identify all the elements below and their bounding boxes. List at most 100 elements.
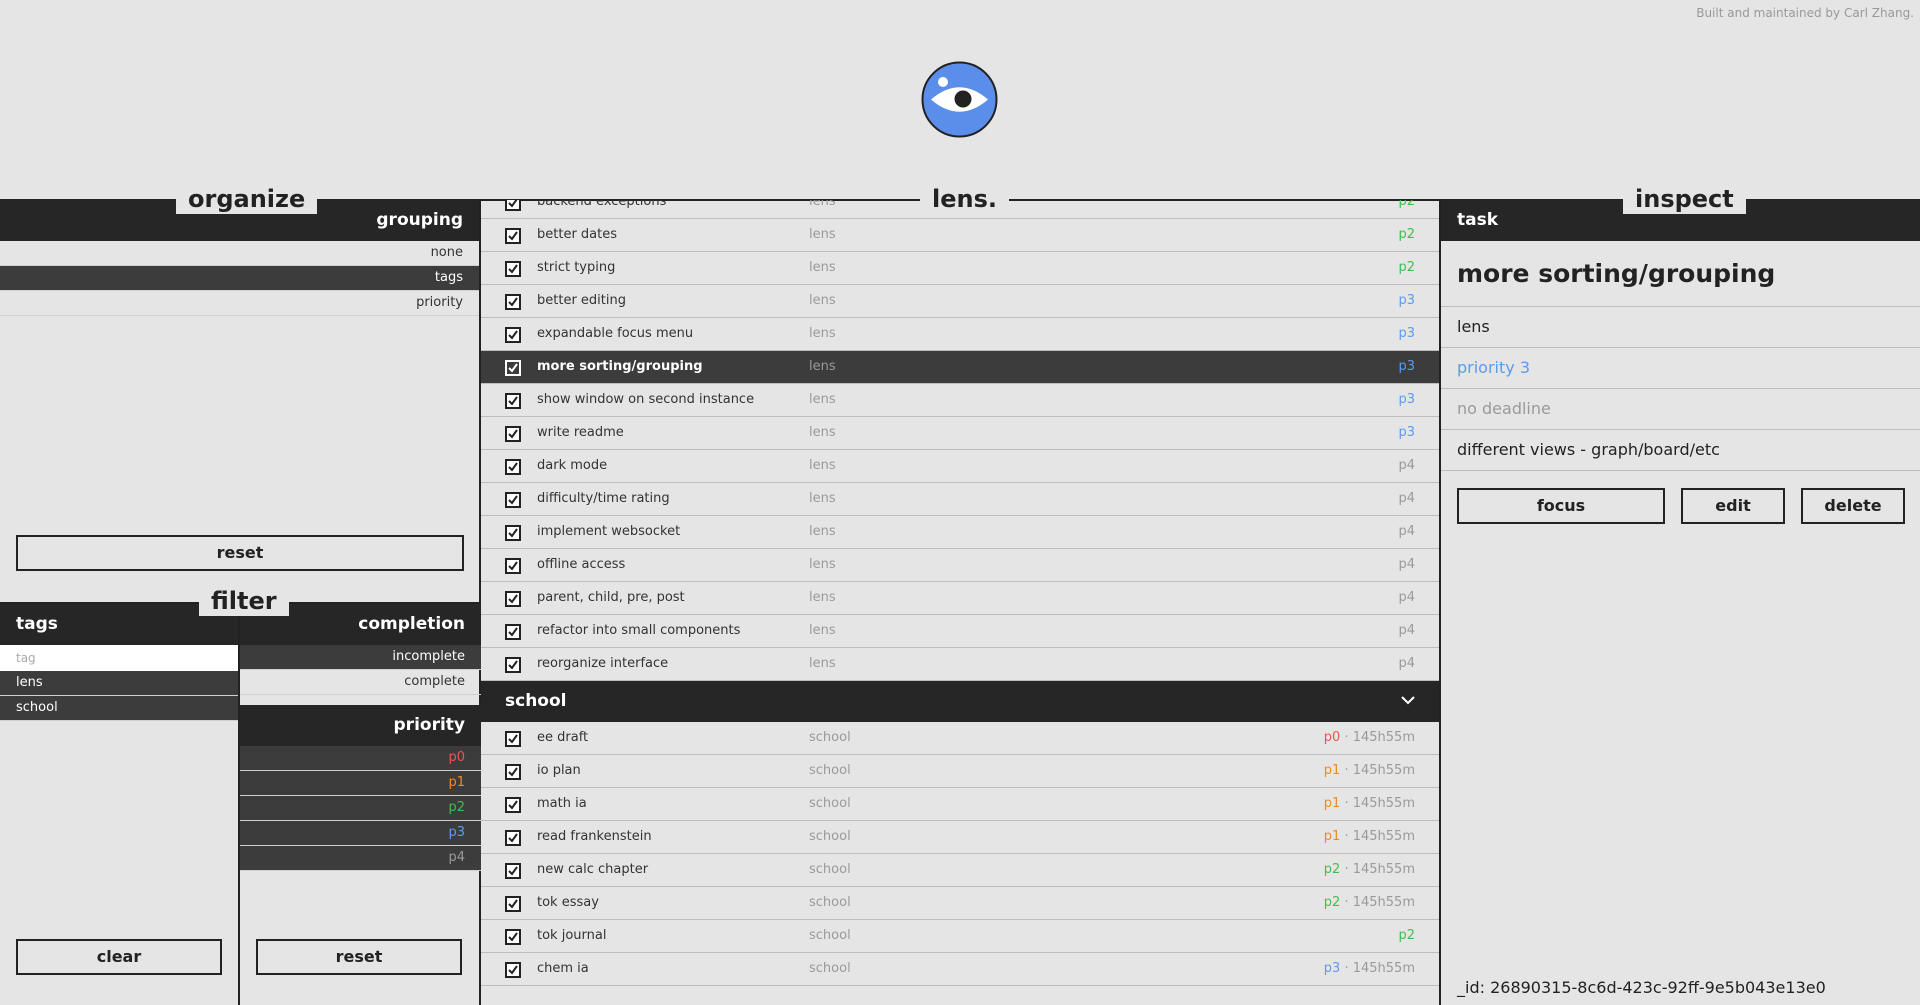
organize-reset-button[interactable]: reset <box>16 535 464 571</box>
task-row[interactable]: ee draft school p0 · 145h55m <box>481 722 1439 755</box>
checkbox[interactable] <box>505 764 521 780</box>
task-tag: school <box>809 829 851 844</box>
priority-filter-p1[interactable]: p1 <box>240 771 481 796</box>
task-tag: lens <box>809 656 836 671</box>
task-row[interactable]: difficulty/time rating lens p4 <box>481 483 1439 516</box>
check-icon <box>508 330 518 340</box>
chevron-down-icon[interactable] <box>1401 695 1415 705</box>
checkbox[interactable] <box>505 929 521 945</box>
tag-filter-lens[interactable]: lens <box>0 671 238 696</box>
checkbox[interactable] <box>505 591 521 607</box>
task-meta: p4 <box>1398 648 1415 680</box>
check-icon <box>508 462 518 472</box>
task-priority: p2 <box>1323 862 1341 877</box>
task-row[interactable]: refactor into small components lens p4 <box>481 615 1439 648</box>
task-tag: lens <box>809 359 836 374</box>
checkbox[interactable] <box>505 896 521 912</box>
edit-button[interactable]: edit <box>1681 488 1785 524</box>
task-row[interactable]: io plan school p1 · 145h55m <box>481 755 1439 788</box>
task-row[interactable]: expandable focus menu lens p3 <box>481 318 1439 351</box>
checkbox[interactable] <box>505 327 521 343</box>
filter-clear-button[interactable]: clear <box>16 939 222 975</box>
tag-filter-school[interactable]: school <box>0 696 238 721</box>
task-row[interactable]: read frankenstein school p1 · 145h55m <box>481 821 1439 854</box>
task-meta: p1 · 145h55m <box>1324 821 1415 853</box>
task-separator: · <box>1340 829 1353 844</box>
task-row[interactable]: tok journal school p2 <box>481 920 1439 953</box>
task-priority: p3 <box>1398 326 1415 341</box>
checkbox[interactable] <box>505 459 521 475</box>
inspect-title: inspect <box>1623 184 1746 214</box>
checkbox[interactable] <box>505 624 521 640</box>
task-priority: p3 <box>1323 961 1341 976</box>
check-icon <box>508 734 518 744</box>
completion-option-complete[interactable]: complete <box>240 670 481 695</box>
task-row[interactable]: parent, child, pre, post lens p4 <box>481 582 1439 615</box>
task-time: 145h55m <box>1352 829 1415 844</box>
checkbox[interactable] <box>505 962 521 978</box>
task-row[interactable]: new calc chapter school p2 · 145h55m <box>481 854 1439 887</box>
checkbox[interactable] <box>505 228 521 244</box>
task-row[interactable]: more sorting/grouping lens p3 <box>481 351 1439 384</box>
grouping-option-tags[interactable]: tags <box>0 266 479 291</box>
task-meta: p2 <box>1398 252 1415 284</box>
checkbox[interactable] <box>505 797 521 813</box>
checkbox[interactable] <box>505 731 521 747</box>
checkbox[interactable] <box>505 200 521 211</box>
task-row[interactable]: implement websocket lens p4 <box>481 516 1439 549</box>
task-tag: lens <box>809 260 836 275</box>
delete-button[interactable]: delete <box>1801 488 1905 524</box>
checkbox[interactable] <box>505 294 521 310</box>
checkbox[interactable] <box>505 426 521 442</box>
task-row[interactable]: better dates lens p2 <box>481 219 1439 252</box>
checkbox[interactable] <box>505 261 521 277</box>
task-meta: p0 · 145h55m <box>1324 722 1415 754</box>
task-row[interactable]: chem ia school p3 · 145h55m <box>481 953 1439 986</box>
priority-filter-p4[interactable]: p4 <box>240 846 481 871</box>
task-name: read frankenstein <box>537 829 652 844</box>
task-row[interactable]: tok essay school p2 · 145h55m <box>481 887 1439 920</box>
group-header-school[interactable]: school <box>481 681 1439 722</box>
completion-option-incomplete[interactable]: incomplete <box>240 645 481 670</box>
task-name: refactor into small components <box>537 623 741 638</box>
task-row[interactable]: write readme lens p3 <box>481 417 1439 450</box>
checkbox[interactable] <box>505 525 521 541</box>
inspect-description: different views - graph/board/etc <box>1441 430 1920 471</box>
inspect-panel: task more sorting/grouping lens priority… <box>1439 200 1920 1005</box>
grouping-option-none[interactable]: none <box>0 241 479 266</box>
task-row[interactable]: reorganize interface lens p4 <box>481 648 1439 681</box>
filter-tags-column: tags lensschool clear <box>0 604 240 1005</box>
tag-input[interactable] <box>0 645 238 671</box>
check-icon <box>508 495 518 505</box>
priority-filter-p0[interactable]: p0 <box>240 746 481 771</box>
check-icon <box>508 297 518 307</box>
task-row[interactable]: dark mode lens p4 <box>481 450 1439 483</box>
task-row[interactable]: better editing lens p3 <box>481 285 1439 318</box>
checkbox[interactable] <box>505 492 521 508</box>
priority-filter-p2[interactable]: p2 <box>240 796 481 821</box>
task-separator: · <box>1340 763 1353 778</box>
task-priority: p1 <box>1323 829 1341 844</box>
list-title: lens. <box>920 184 1009 214</box>
focus-button[interactable]: focus <box>1457 488 1665 524</box>
checkbox[interactable] <box>505 558 521 574</box>
checkbox[interactable] <box>505 863 521 879</box>
task-priority: p4 <box>1398 458 1415 473</box>
task-name: reorganize interface <box>537 656 669 671</box>
school-task-list: ee draft school p0 · 145h55m io plan school p… <box>481 722 1439 986</box>
checkbox[interactable] <box>505 393 521 409</box>
checkbox[interactable] <box>505 360 521 376</box>
task-row[interactable]: math ia school p1 · 145h55m <box>481 788 1439 821</box>
task-row[interactable]: offline access lens p4 <box>481 549 1439 582</box>
inspect-tag: lens <box>1441 307 1920 348</box>
grouping-option-priority[interactable]: priority <box>0 291 479 316</box>
checkbox[interactable] <box>505 657 521 673</box>
task-row[interactable]: show window on second instance lens p3 <box>481 384 1439 417</box>
task-name: tok essay <box>537 895 599 910</box>
task-separator: · <box>1340 796 1353 811</box>
task-row[interactable]: strict typing lens p2 <box>481 252 1439 285</box>
check-icon <box>508 767 518 777</box>
checkbox[interactable] <box>505 830 521 846</box>
filter-reset-button[interactable]: reset <box>256 939 462 975</box>
priority-filter-p3[interactable]: p3 <box>240 821 481 846</box>
